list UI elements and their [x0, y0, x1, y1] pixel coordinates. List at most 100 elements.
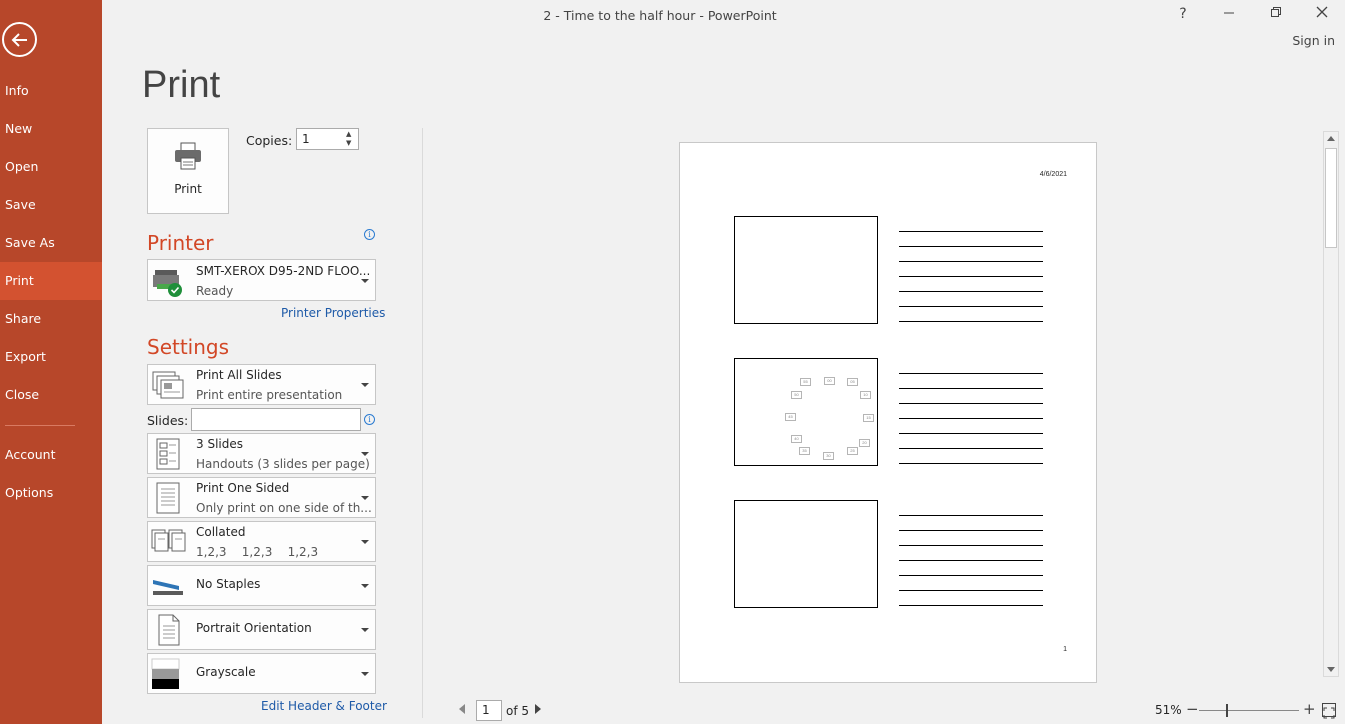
layout-dropdown[interactable]: 3 Slides Handouts (3 slides per page)	[147, 433, 376, 474]
clock-label: 15	[863, 414, 874, 422]
clock-label: 20	[859, 439, 870, 447]
window-title: 2 - Time to the half hour - PowerPoint	[543, 8, 777, 23]
next-page-icon[interactable]	[535, 704, 541, 714]
zoom-in-icon[interactable]: +	[1303, 700, 1316, 718]
printer-info-icon[interactable]: i	[364, 229, 375, 240]
zoom-slider-thumb[interactable]	[1226, 704, 1228, 717]
back-arrow-icon[interactable]	[2, 22, 37, 57]
scrollbar-thumb[interactable]	[1325, 148, 1337, 248]
printer-name: SMT-XEROX D95-2ND FLOO...	[196, 264, 371, 278]
notes-lines-3	[899, 501, 1043, 606]
minimize-icon	[1224, 12, 1234, 14]
nav-divider	[5, 425, 75, 426]
orientation-dropdown[interactable]: Portrait Orientation	[147, 609, 376, 650]
chevron-down-icon	[361, 584, 369, 588]
print-button[interactable]: Print	[147, 128, 229, 214]
nav-item-account[interactable]: Account	[0, 436, 102, 474]
orientation-title: Portrait Orientation	[196, 621, 312, 635]
slides-label: Slides:	[147, 413, 189, 428]
copies-increment-icon[interactable]: ▲	[346, 131, 355, 138]
zoom-out-icon[interactable]: −	[1186, 700, 1199, 718]
printer-status: Ready	[196, 284, 234, 298]
preview-scrollbar[interactable]	[1323, 131, 1339, 677]
zoom-percent[interactable]: 51%	[1155, 703, 1182, 717]
one-sided-page-icon	[156, 482, 180, 514]
clock-label: 30	[823, 452, 834, 460]
nav-item-save-as[interactable]: Save As	[0, 224, 102, 262]
slides-info-icon[interactable]: i	[364, 414, 375, 425]
collation-dropdown[interactable]: Collated 1,2,3 1,2,3 1,2,3	[147, 521, 376, 562]
page-number: 1	[1063, 646, 1067, 653]
clock-label: 40	[791, 435, 802, 443]
clock-label: 25	[847, 447, 858, 455]
clock-label: 10	[860, 391, 871, 399]
stapler-icon	[153, 580, 183, 595]
print-button-label: Print	[174, 182, 202, 196]
color-dropdown[interactable]: Grayscale	[147, 653, 376, 694]
nav-item-close[interactable]: Close	[0, 376, 102, 414]
chevron-down-icon	[361, 628, 369, 632]
clock-label: 00	[824, 377, 835, 385]
sides-dropdown[interactable]: Print One Sided Only print on one side o…	[147, 477, 376, 518]
slides-input[interactable]	[191, 408, 361, 431]
staples-title: No Staples	[196, 577, 261, 591]
print-what-title: Print All Slides	[196, 368, 282, 382]
nav-item-new[interactable]: New	[0, 110, 102, 148]
backstage-nav: Info New Open Save Save As Print Share E…	[0, 0, 102, 724]
close-button[interactable]	[1310, 4, 1334, 24]
chevron-down-icon	[361, 279, 369, 283]
print-what-dropdown[interactable]: Print All Slides Print entire presentati…	[147, 364, 376, 405]
print-what-subtitle: Print entire presentation	[196, 388, 343, 402]
chevron-down-icon	[361, 672, 369, 676]
color-title: Grayscale	[196, 665, 256, 679]
minimize-button[interactable]	[1217, 4, 1241, 24]
copies-stepper[interactable]: 1 ▲ ▼	[296, 128, 359, 150]
zoom-slider-track[interactable]	[1199, 710, 1299, 711]
edit-header-footer-link[interactable]: Edit Header & Footer	[261, 699, 387, 713]
nav-item-info[interactable]: Info	[0, 72, 102, 110]
sign-in-link[interactable]: Sign in	[1292, 33, 1335, 48]
chevron-down-icon	[361, 452, 369, 456]
nav-item-open[interactable]: Open	[0, 148, 102, 186]
clock-label: 35	[799, 447, 810, 455]
printer-ready-icon	[153, 270, 182, 297]
restore-button[interactable]	[1264, 4, 1288, 24]
chevron-down-icon	[361, 383, 369, 387]
current-page-input[interactable]: 1	[476, 700, 502, 721]
chevron-down-icon	[361, 496, 369, 500]
nav-item-share[interactable]: Share	[0, 300, 102, 338]
zoom-to-page-icon[interactable]	[1322, 703, 1336, 719]
nav-item-export[interactable]: Export	[0, 338, 102, 376]
staples-dropdown[interactable]: No Staples	[147, 565, 376, 606]
slide-thumbnail-2: 00 05 10 15 20 25 30 35 40 45 50 55	[734, 358, 878, 466]
copies-label: Copies:	[246, 133, 293, 148]
clock-label: 45	[785, 413, 796, 421]
layout-subtitle: Handouts (3 slides per page)	[196, 457, 370, 471]
settings-heading: Settings	[147, 335, 230, 359]
layout-title: 3 Slides	[196, 437, 243, 451]
nav-item-options[interactable]: Options	[0, 474, 102, 512]
previous-page-icon[interactable]	[459, 704, 465, 714]
help-button[interactable]: ?	[1171, 4, 1195, 24]
printer-properties-link[interactable]: Printer Properties	[281, 306, 385, 320]
printer-heading: Printer	[147, 231, 214, 255]
printer-dropdown[interactable]: SMT-XEROX D95-2ND FLOO... Ready	[147, 259, 376, 301]
portrait-page-icon	[158, 614, 180, 646]
copies-value: 1	[302, 132, 310, 146]
clock-label: 55	[800, 378, 811, 386]
nav-item-save[interactable]: Save	[0, 186, 102, 224]
handout-icon	[156, 438, 180, 470]
page-count-label: of 5	[506, 704, 530, 718]
sides-subtitle: Only print on one side of th...	[196, 501, 372, 515]
chevron-down-icon	[361, 540, 369, 544]
nav-item-print[interactable]: Print	[0, 262, 102, 300]
panel-divider	[422, 128, 423, 718]
scroll-down-icon[interactable]	[1327, 667, 1335, 672]
scroll-up-icon[interactable]	[1327, 136, 1335, 141]
slide-thumbnail-1	[734, 216, 878, 324]
copies-decrement-icon[interactable]: ▼	[346, 140, 355, 147]
collation-title: Collated	[196, 525, 246, 539]
collated-icon	[151, 529, 186, 552]
notes-lines-2	[899, 359, 1043, 464]
grayscale-icon	[151, 658, 180, 689]
